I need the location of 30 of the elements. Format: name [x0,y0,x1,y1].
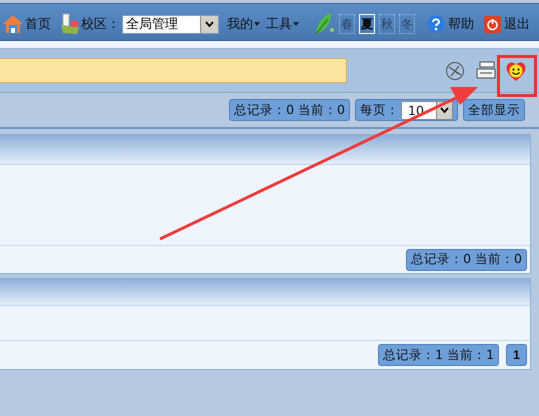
menu-link[interactable]: 工具 [266,15,299,33]
printer-icon[interactable] [475,60,497,80]
caret-icon [293,22,299,26]
caret-icon [205,21,214,27]
house-icon[interactable] [3,14,23,34]
help-icon[interactable] [427,15,445,33]
caret-icon [440,107,449,113]
highlight-frame [497,55,537,97]
season-toggle[interactable]: 冬 [399,14,415,34]
season-toggle[interactable]: 春 [339,14,355,34]
season-toggle[interactable]: 夏 [359,14,375,34]
record-summary: 总记录：0 当前：0 [229,99,350,121]
menu-link[interactable]: 我的 [227,15,260,33]
record-summary: 总记录：1 当前：1 [378,344,500,366]
show-all-button[interactable]: 全部显示 [463,99,525,121]
leaf-icon[interactable] [313,12,335,36]
power-icon[interactable] [484,16,501,32]
caret-icon [254,22,260,26]
smiley-icon[interactable] [505,60,527,82]
logout-link[interactable]: 退出 [504,15,530,33]
campus-label: 校区： [81,16,120,33]
record-summary: 总记录：0 当前：0 [406,248,527,270]
page-size-label: 每页： [360,102,399,118]
page-button[interactable]: 1 [506,344,527,366]
campus-select[interactable]: 全局管理 [122,14,219,34]
home-link[interactable]: 首页 [25,15,51,33]
season-toggle[interactable]: 秋 [379,14,395,34]
building-icon[interactable] [59,13,81,35]
help-link[interactable]: 帮助 [448,15,474,33]
search-field[interactable] [0,58,347,83]
